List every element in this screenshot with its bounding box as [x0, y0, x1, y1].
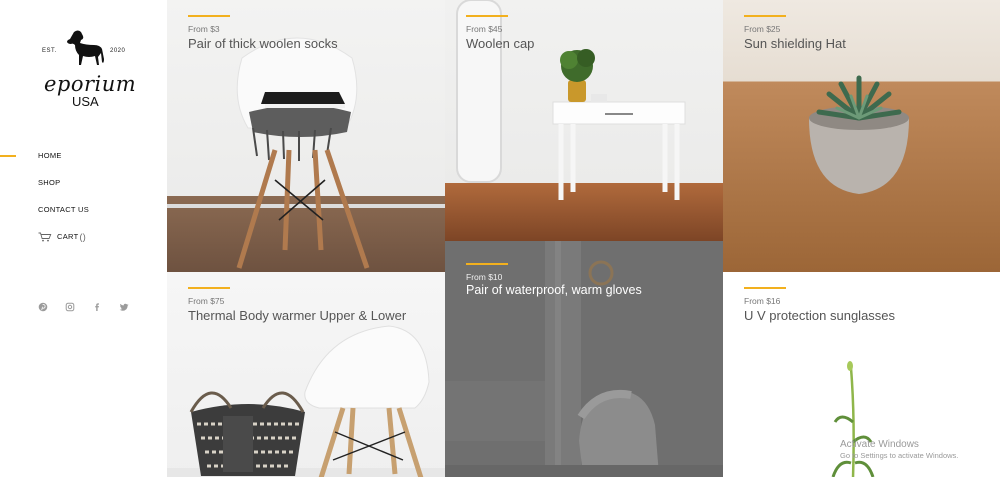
- nav-contact-label: CONTACT US: [38, 205, 90, 214]
- nav-home[interactable]: HOME: [38, 151, 89, 178]
- product-tile-thermal[interactable]: From $75 Thermal Body warmer Upper & Low…: [167, 272, 445, 477]
- accent-bar: [466, 15, 508, 17]
- nav-shop[interactable]: SHOP: [38, 178, 89, 205]
- logo-country: USA: [72, 94, 99, 109]
- logo-brand-name: eporium: [44, 72, 137, 96]
- pinterest-icon[interactable]: [38, 302, 48, 312]
- sidebar: EST. 2020 eporium USA HOME SHOP CONTACT …: [0, 0, 167, 477]
- brand-logo[interactable]: EST. 2020 eporium USA: [36, 28, 136, 114]
- nav-cart-label: CART: [57, 232, 79, 241]
- product-title[interactable]: Pair of thick woolen socks: [188, 36, 338, 51]
- product-title[interactable]: Thermal Body warmer Upper & Lower: [188, 308, 406, 323]
- product-price: From $16: [744, 296, 781, 306]
- active-nav-indicator: [0, 155, 16, 157]
- product-title[interactable]: Sun shielding Hat: [744, 36, 846, 51]
- product-price: From $10: [466, 272, 503, 282]
- windows-activation-watermark: Activate Windows Go to Settings to activ…: [840, 439, 958, 460]
- main-nav: HOME SHOP CONTACT US CART (): [38, 151, 89, 259]
- facebook-icon[interactable]: [92, 302, 102, 312]
- watermark-line-2: Go to Settings to activate Windows.: [840, 451, 959, 460]
- logo-year-text: 2020: [110, 48, 126, 54]
- product-price: From $3: [188, 24, 220, 34]
- product-title[interactable]: Woolen cap: [466, 36, 534, 51]
- logo-est-text: EST.: [42, 48, 57, 54]
- dog-logo-icon: [67, 30, 104, 65]
- watermark-line-1: Activate Windows: [840, 439, 919, 450]
- product-price: From $25: [744, 24, 781, 34]
- accent-bar: [466, 263, 508, 265]
- product-title[interactable]: U V protection sunglasses: [744, 308, 895, 323]
- product-price: From $45: [466, 24, 503, 34]
- nav-cart[interactable]: CART (): [38, 232, 89, 259]
- twitter-icon[interactable]: [119, 302, 129, 312]
- nav-contact[interactable]: CONTACT US: [38, 205, 89, 232]
- cart-icon: [38, 232, 52, 242]
- instagram-icon[interactable]: [65, 302, 75, 312]
- accent-bar: [744, 287, 786, 289]
- nav-home-label: HOME: [38, 151, 62, 160]
- product-tile-hat[interactable]: From $25 Sun shielding Hat: [723, 0, 1000, 272]
- nav-shop-label: SHOP: [38, 178, 61, 187]
- product-tile-gloves[interactable]: From $10 Pair of waterproof, warm gloves: [445, 241, 723, 477]
- product-price: From $75: [188, 296, 225, 306]
- accent-bar: [188, 287, 230, 289]
- product-tile-socks[interactable]: From $3 Pair of thick woolen socks: [167, 0, 445, 272]
- cart-count: (): [79, 232, 87, 242]
- product-title[interactable]: Pair of waterproof, warm gloves: [466, 283, 642, 297]
- social-links: [38, 302, 129, 312]
- accent-bar: [188, 15, 230, 17]
- accent-bar: [744, 15, 786, 17]
- product-tile-cap[interactable]: From $45 Woolen cap: [445, 0, 723, 241]
